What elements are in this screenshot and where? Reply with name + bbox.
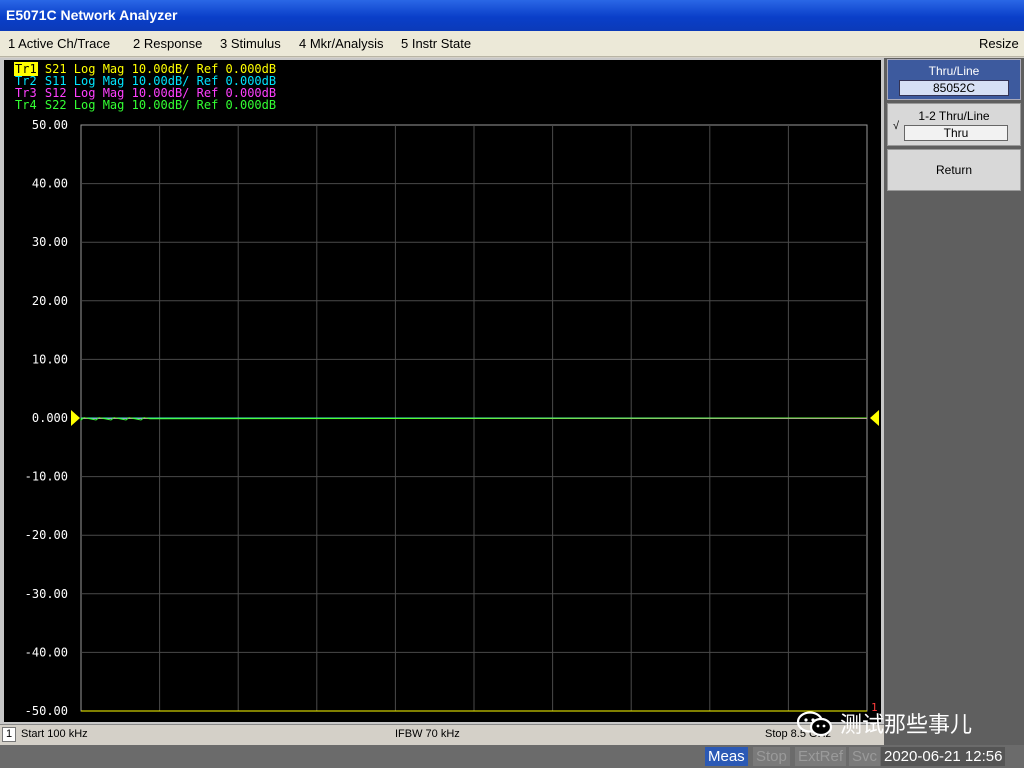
y-tick-label: 40.00	[32, 177, 68, 191]
y-tick-label: -30.00	[25, 587, 68, 601]
menu-active-ch-trace[interactable]: 1 Active Ch/Trace	[8, 36, 110, 51]
softkey-title-text: Thru/Line	[928, 64, 980, 78]
ifbw[interactable]: IFBW 70 kHz	[395, 728, 460, 740]
channel-window: Tr1 S21 Log Mag 10.00dB/ Ref 0.000dB Tr2 …	[0, 58, 884, 724]
menu-bar: 1 Active Ch/Trace 2 Response 3 Stimulus …	[0, 31, 1024, 57]
menu-response[interactable]: 2 Response	[133, 36, 202, 51]
plot-graph: 50.00 40.00 30.00 20.00 10.00 0.000 -10.00 -20.…	[25, 118, 879, 718]
y-tick-label: 50.00	[32, 118, 68, 132]
window-title: E5071C Network Analyzer	[6, 7, 178, 23]
channel-status-bar: 1 Start 100 kHz IFBW 70 kHz Stop 8.5 GHz	[0, 724, 884, 744]
watermark: 测试那些事儿	[796, 707, 996, 738]
ref-level-marker-right-icon	[870, 410, 879, 426]
checkmark-icon: √	[893, 120, 900, 132]
ref-level-marker-left-icon	[71, 410, 80, 426]
softkey-menu-title: Thru/Line 85052C	[887, 59, 1021, 100]
stop-indicator: Stop	[753, 747, 790, 766]
cal-kit-value: 85052C	[899, 80, 1009, 96]
y-tick-label: 10.00	[32, 352, 68, 366]
menu-mkr-analysis[interactable]: 4 Mkr/Analysis	[299, 36, 384, 51]
meas-indicator: Meas	[705, 747, 748, 766]
y-tick-label: -10.00	[25, 470, 68, 484]
thru-line-button[interactable]: √ 1-2 Thru/Line Thru	[887, 103, 1021, 146]
instrument-status-bar: Meas Stop ExtRef Svc 2020-06-21 12:56	[0, 745, 1024, 768]
menu-resize[interactable]: Resize	[979, 36, 1019, 51]
title-bar: E5071C Network Analyzer	[0, 0, 1024, 31]
wechat-logo-icon	[796, 711, 833, 737]
trace-plot[interactable]: Tr1 S21 Log Mag 10.00dB/ Ref 0.000dB Tr2 …	[4, 60, 881, 722]
channel-number[interactable]: 1	[2, 727, 16, 742]
y-tick-label: -50.00	[25, 704, 68, 718]
y-tick-label: -40.00	[25, 645, 68, 659]
menu-stimulus[interactable]: 3 Stimulus	[220, 36, 281, 51]
svc-indicator: Svc	[849, 747, 881, 766]
y-tick-label: 20.00	[32, 294, 68, 308]
thru-line-label: 1-2 Thru/Line	[918, 109, 990, 123]
y-tick-label: 30.00	[32, 235, 68, 249]
thru-line-value: Thru	[904, 125, 1008, 141]
start-frequency[interactable]: Start 100 kHz	[21, 728, 88, 740]
y-tick-label: 0.000	[32, 411, 68, 425]
softkey-panel: Thru/Line 85052C √ 1-2 Thru/Line Thru Re…	[884, 58, 1024, 745]
watermark-text: 测试那些事儿	[840, 713, 973, 738]
menu-instr-state[interactable]: 5 Instr State	[401, 36, 471, 51]
return-button[interactable]: Return	[887, 149, 1021, 191]
date-time: 2020-06-21 12:56	[881, 747, 1006, 766]
extref-indicator: ExtRef	[795, 747, 847, 766]
y-tick-label: -20.00	[25, 528, 68, 542]
